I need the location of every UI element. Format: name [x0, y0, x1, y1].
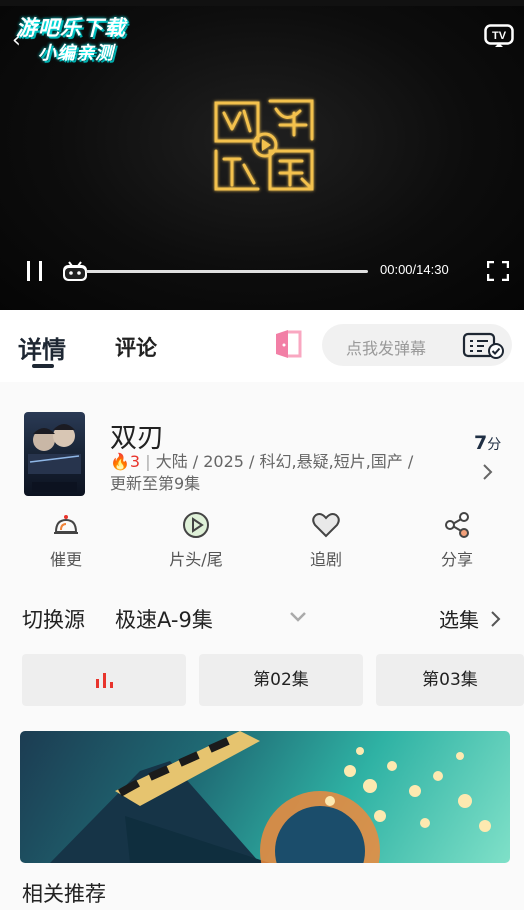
watermark-line1: 游吧乐下载	[16, 16, 126, 40]
tv-cast-icon[interactable]: TV	[484, 24, 514, 48]
progress-track[interactable]	[86, 270, 368, 273]
door-icon[interactable]	[272, 328, 304, 360]
show-meta: 🔥3 | 大陆 / 2025 / 科幻,悬疑,短片,国产 /	[110, 448, 413, 472]
chevron-right-icon[interactable]	[480, 462, 494, 482]
action-skip-intro[interactable]: 片头/尾	[151, 510, 241, 570]
video-player[interactable]: 游吧乐下载 小编亲测 ‹ TV 00:00/14:30	[0, 0, 524, 310]
source-select[interactable]: 极速A-9集	[115, 604, 213, 634]
time-readout: 00:00/14:30	[380, 262, 449, 277]
action-share[interactable]: 分享	[412, 510, 502, 570]
progress-mascot-icon[interactable]	[62, 260, 88, 282]
pause-icon[interactable]	[26, 261, 44, 281]
tab-comment[interactable]: 评论	[115, 332, 157, 362]
meta-divider: |	[145, 452, 156, 471]
chevron-down-icon[interactable]	[288, 610, 308, 624]
playing-bars-icon	[96, 673, 113, 688]
source-label: 切换源	[22, 608, 85, 632]
tab-active-indicator	[32, 364, 54, 368]
detail-panel: 双刃 🔥3 | 大陆 / 2025 / 科幻,悬疑,短片,国产 / 更新至第9集…	[0, 382, 524, 910]
share-icon	[445, 512, 469, 538]
svg-text:TV: TV	[492, 30, 507, 42]
action-label: 片头/尾	[169, 550, 223, 569]
bell-icon	[54, 515, 78, 534]
back-icon[interactable]: ‹	[12, 30, 21, 52]
danmu-placeholder: 点我发弹幕	[346, 339, 427, 358]
episode-button[interactable]: 第02集	[199, 654, 363, 706]
show-meta-text: 大陆 / 2025 / 科幻,悬疑,短片,国产 /	[155, 452, 414, 471]
score-unit: 分	[487, 437, 502, 453]
episode-button[interactable]: 第03集	[376, 654, 524, 706]
watermark-line2: 小编亲测	[38, 43, 114, 64]
tab-bar: 详情 评论 点我发弹幕	[0, 310, 524, 383]
heart-icon	[312, 513, 340, 538]
score-value: 7	[474, 432, 488, 454]
danmu-input[interactable]: 点我发弹幕	[322, 324, 512, 366]
danmu-settings-icon[interactable]	[462, 331, 506, 361]
action-follow[interactable]: 追剧	[281, 510, 371, 570]
broadcast-seal-logo	[214, 99, 314, 191]
play-circle-icon	[183, 512, 209, 538]
action-row: 催更 片头/尾 追剧 分享	[0, 510, 524, 580]
action-remind[interactable]: 催更	[21, 510, 111, 570]
score[interactable]: 7分	[474, 432, 501, 454]
action-label: 催更	[49, 550, 82, 569]
action-label: 分享	[440, 550, 473, 569]
flame-icon: 🔥	[110, 452, 130, 471]
action-label: 追剧	[309, 550, 342, 569]
fullscreen-icon[interactable]	[487, 261, 509, 281]
episode-button-current[interactable]	[22, 654, 186, 706]
episode-select-link[interactable]: 选集	[439, 604, 479, 633]
update-status: 更新至第9集	[110, 474, 201, 493]
watermark: 游吧乐下载 小编亲测	[10, 12, 144, 64]
chevron-right-icon[interactable]	[490, 610, 502, 628]
status-strip	[0, 0, 524, 6]
poster-image[interactable]	[24, 412, 85, 496]
promo-banner[interactable]	[20, 731, 510, 863]
tab-detail[interactable]: 详情	[18, 330, 66, 365]
hot-count: 3	[129, 452, 141, 471]
related-title: 相关推荐	[22, 882, 106, 906]
